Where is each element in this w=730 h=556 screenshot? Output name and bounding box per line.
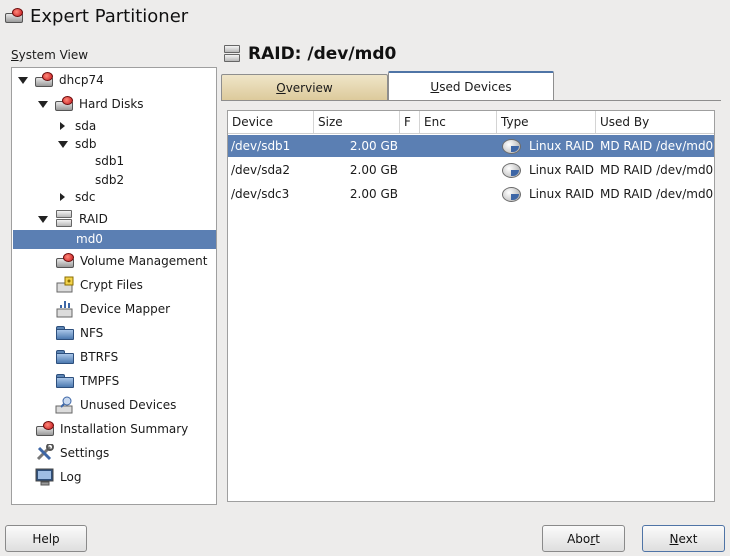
tab-divider <box>221 100 721 101</box>
next-button[interactable]: Next <box>642 525 725 552</box>
column-enc[interactable]: Enc <box>420 111 497 133</box>
settings-tools-icon <box>35 443 55 462</box>
tmpfs-folder-icon <box>55 373 75 389</box>
crypt-file-icon <box>55 276 75 294</box>
column-size[interactable]: Size <box>314 111 400 133</box>
btrfs-folder-icon <box>55 349 75 365</box>
table-row[interactable]: /dev/sdb1 2.00 GB Linux RAID MD RAID /de… <box>228 135 714 157</box>
tree-item-unused-devices[interactable]: Unused Devices <box>55 394 176 416</box>
window-title: Expert Partitioner <box>30 5 189 27</box>
tab-overview[interactable]: Overview <box>221 74 388 101</box>
partition-disk-icon <box>502 187 521 202</box>
table-row[interactable]: /dev/sdc3 2.00 GB Linux RAID MD RAID /de… <box>228 183 714 205</box>
summary-disk-icon <box>35 421 55 437</box>
collapsed-arrow-icon[interactable] <box>60 193 65 201</box>
hard-disk-icon <box>34 72 54 88</box>
volume-disk-icon <box>55 253 75 269</box>
tree-item-device-mapper[interactable]: Device Mapper <box>55 298 170 320</box>
app-title: Expert Partitioner <box>4 4 188 28</box>
column-used-by[interactable]: Used By <box>596 111 714 133</box>
tree-item-tmpfs[interactable]: TMPFS <box>55 370 119 392</box>
abort-button[interactable]: Abo r t <box>542 525 625 552</box>
column-device[interactable]: Device <box>228 111 314 133</box>
tree-item-hard-disks[interactable]: Hard Disks <box>38 93 144 115</box>
tree-item-installation-summary[interactable]: Installation Summary <box>35 418 188 440</box>
used-devices-table[interactable]: Device Size F Enc Type Used By /dev/sdb1… <box>227 110 715 502</box>
hard-disk-icon <box>4 8 24 24</box>
column-type[interactable]: Type <box>497 111 596 133</box>
tree-item-sdb[interactable]: sdb <box>58 133 97 155</box>
tree-item-settings[interactable]: Settings <box>35 442 109 464</box>
tree-item-md0[interactable]: md0 <box>13 230 216 249</box>
expand-arrow-icon[interactable] <box>38 101 48 108</box>
expand-arrow-icon[interactable] <box>38 216 48 223</box>
tree-item-sdb2[interactable]: sdb2 <box>95 169 124 191</box>
partition-disk-icon <box>502 139 521 154</box>
raid-icon <box>54 210 74 228</box>
raid-icon <box>222 45 242 63</box>
device-mapper-icon <box>55 300 75 318</box>
collapsed-arrow-icon[interactable] <box>60 122 65 130</box>
log-monitor-icon <box>35 468 55 486</box>
tree-item-crypt-files[interactable]: Crypt Files <box>55 274 143 296</box>
tree-item-volume-management[interactable]: Volume Management <box>55 250 208 272</box>
system-view-tree[interactable]: dhcp74 Hard Disks sda sdb sdb1 sdb2 sdc … <box>11 67 217 505</box>
partition-disk-icon <box>502 163 521 178</box>
expand-arrow-icon[interactable] <box>58 141 68 148</box>
tree-item-btrfs[interactable]: BTRFS <box>55 346 118 368</box>
tree-item-log[interactable]: Log <box>35 466 81 488</box>
page-title: RAID: /dev/md0 <box>222 44 396 64</box>
table-row[interactable]: /dev/sda2 2.00 GB Linux RAID MD RAID /de… <box>228 159 714 181</box>
nfs-folder-icon <box>55 325 75 341</box>
expand-arrow-icon[interactable] <box>18 77 28 84</box>
help-button[interactable]: Help <box>5 525 87 552</box>
table-header: Device Size F Enc Type Used By <box>228 111 714 134</box>
tree-item-nfs[interactable]: NFS <box>55 322 103 344</box>
system-view-label: System View <box>11 48 89 62</box>
column-f[interactable]: F <box>400 111 420 133</box>
hard-disk-icon <box>54 96 74 112</box>
tree-item-host[interactable]: dhcp74 <box>18 69 104 91</box>
tree-item-raid[interactable]: RAID <box>38 208 108 230</box>
tree-item-sdc[interactable]: sdc <box>60 186 95 208</box>
unused-devices-icon <box>55 396 75 414</box>
tab-used-devices[interactable]: Used Devices <box>388 71 554 101</box>
